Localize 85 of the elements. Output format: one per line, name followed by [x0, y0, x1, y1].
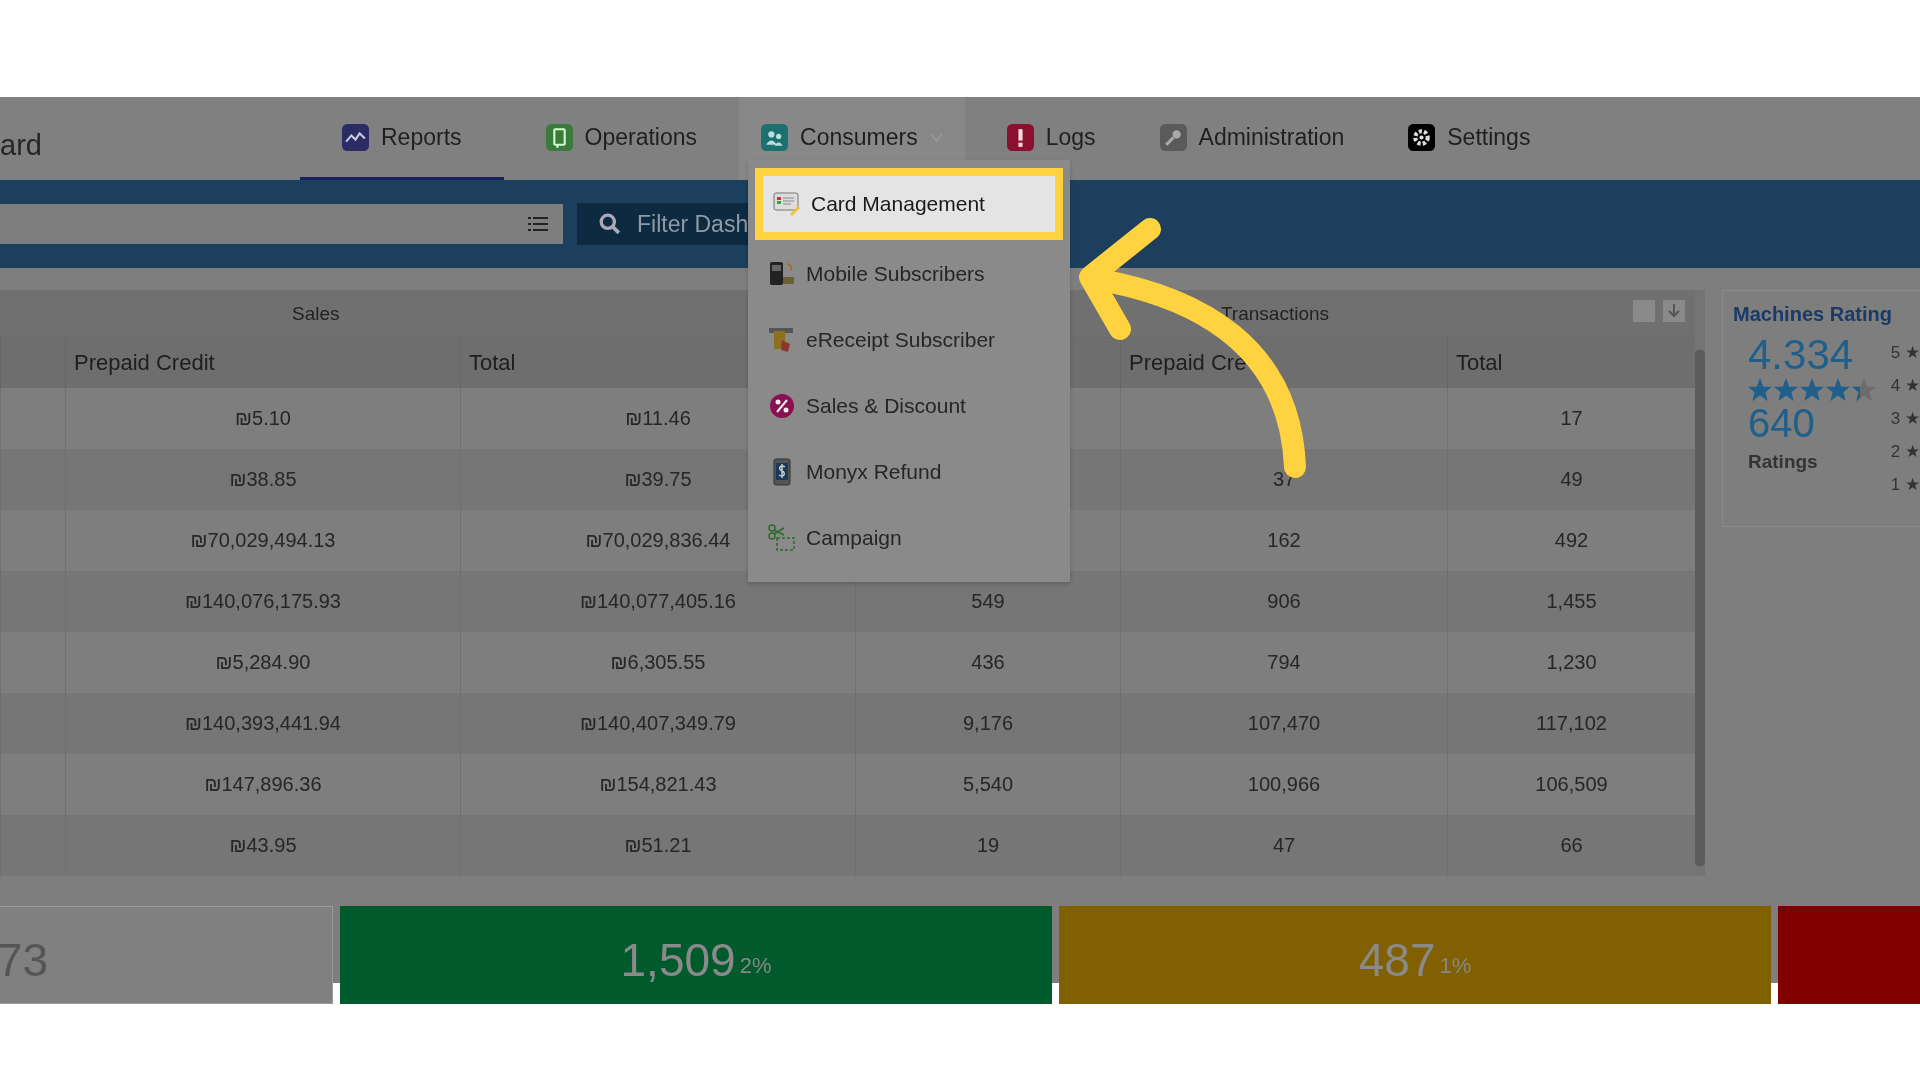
menu-item[interactable]: Monyx Refund: [748, 440, 1070, 504]
star-icon: [1826, 378, 1850, 402]
key-icon: [1159, 123, 1187, 151]
table-cell: 1,230: [1546, 651, 1597, 674]
search-icon: [599, 213, 621, 235]
table-cell: 100,966: [1247, 773, 1321, 796]
column-header[interactable]: Total: [469, 350, 516, 376]
table-cell: 117,102: [1536, 712, 1607, 735]
book-icon: [545, 123, 573, 151]
table-cell: ₪43.95: [229, 834, 297, 857]
table-cell: ₪140,077,405.16: [580, 590, 736, 613]
table-cell: 436: [971, 651, 1005, 674]
table-cell: 1,455: [1546, 590, 1597, 613]
card-reader-icon: [768, 326, 796, 354]
table-cell: ₪5.10: [235, 407, 291, 430]
star-icon: [1800, 378, 1824, 402]
table-cell: 794: [1267, 651, 1301, 674]
table-cell: ₪51.21: [624, 834, 692, 857]
people-icon: [761, 123, 789, 151]
app-title: ard: [0, 129, 43, 162]
search-field[interactable]: [0, 204, 563, 244]
column-header[interactable]: Prepaid Cre: [1129, 350, 1247, 376]
stat-value: 1,509: [620, 933, 736, 987]
nav-tab[interactable]: Operations: [523, 97, 720, 180]
blank-button[interactable]: [1633, 300, 1655, 322]
table-cell: ₪5,284.90: [215, 651, 311, 674]
scissors-icon: [768, 524, 796, 552]
stat-percent: 2%: [739, 953, 772, 979]
star-icon: [1774, 378, 1798, 402]
column-group-header: Transactions: [1220, 302, 1330, 325]
star-level-label: 1 ★: [1890, 474, 1920, 495]
table-cell: ₪11.46: [625, 407, 691, 430]
settings-icon: [1408, 123, 1436, 151]
table-cell: 66: [1560, 834, 1583, 857]
table-cell: 492: [1554, 529, 1589, 552]
scrollbar[interactable]: [1695, 350, 1705, 866]
stat-value: 487: [1358, 933, 1436, 987]
table-cell: ₪39.75: [624, 468, 692, 491]
star-icon: [1852, 378, 1876, 402]
column-group-header: Sales: [292, 302, 340, 325]
table-cell: 106,509: [1535, 773, 1608, 796]
star-icon: [1748, 378, 1772, 402]
table-cell: 17: [1560, 407, 1583, 430]
table-cell: ₪70,029,494.13: [190, 529, 336, 552]
star-level-label: 4 ★: [1890, 375, 1920, 396]
column-header[interactable]: Total: [1456, 350, 1503, 376]
star-level-label: 5 ★: [1890, 342, 1920, 363]
menu-item[interactable]: Card Management: [755, 168, 1063, 240]
chart-icon: [342, 123, 369, 151]
nav-tab[interactable]: Administration: [1137, 97, 1367, 180]
table-cell: ₪147,896.36: [204, 773, 322, 796]
table-cell: 549: [971, 590, 1005, 613]
phone-icon: [768, 260, 796, 288]
table-cell: 47: [1272, 834, 1296, 857]
table-cell: 19: [976, 834, 1000, 857]
id-card-icon: [773, 190, 801, 218]
star-level-label: 2 ★: [1890, 441, 1920, 462]
discount-badge-icon: [768, 392, 796, 420]
table-cell: 9,176: [962, 712, 1014, 735]
rating-count-label: Ratings: [1748, 451, 1819, 474]
table-cell: 49: [1560, 468, 1583, 491]
table-cell: 5,540: [962, 773, 1014, 796]
menu-item[interactable]: Campaign: [748, 506, 1070, 570]
alert-icon: [1006, 123, 1034, 151]
list-icon: [528, 216, 548, 232]
table-cell: ₪140,076,175.93: [185, 590, 341, 613]
rating-count: 640: [1748, 403, 1816, 444]
table-cell: ₪154,821.43: [599, 773, 717, 796]
table-cell: 107,470: [1247, 712, 1321, 735]
table-cell: 162: [1267, 529, 1301, 552]
card-title: Machines Rating: [1733, 303, 1893, 326]
table-cell: ₪38.85: [229, 468, 297, 491]
menu-item[interactable]: Sales & Discount: [748, 374, 1070, 438]
table-cell: 906: [1267, 590, 1301, 613]
rating-score: 4.334: [1748, 332, 1855, 379]
column-header[interactable]: Prepaid Credit: [74, 350, 215, 376]
star-level-label: 3 ★: [1890, 408, 1920, 429]
menu-item[interactable]: Mobile Subscribers: [748, 242, 1070, 306]
stat-percent: 1%: [1439, 953, 1472, 979]
table-cell: ₪140,393,441.94: [185, 712, 341, 735]
table-cell: ₪140,407,349.79: [580, 712, 736, 735]
table-cell: ₪6,305.55: [610, 651, 706, 674]
nav-tab[interactable]: Settings: [1386, 97, 1553, 180]
table-cell: ₪70,029,836.44: [585, 529, 731, 552]
menu-item[interactable]: eReceipt Subscriber: [748, 308, 1070, 372]
